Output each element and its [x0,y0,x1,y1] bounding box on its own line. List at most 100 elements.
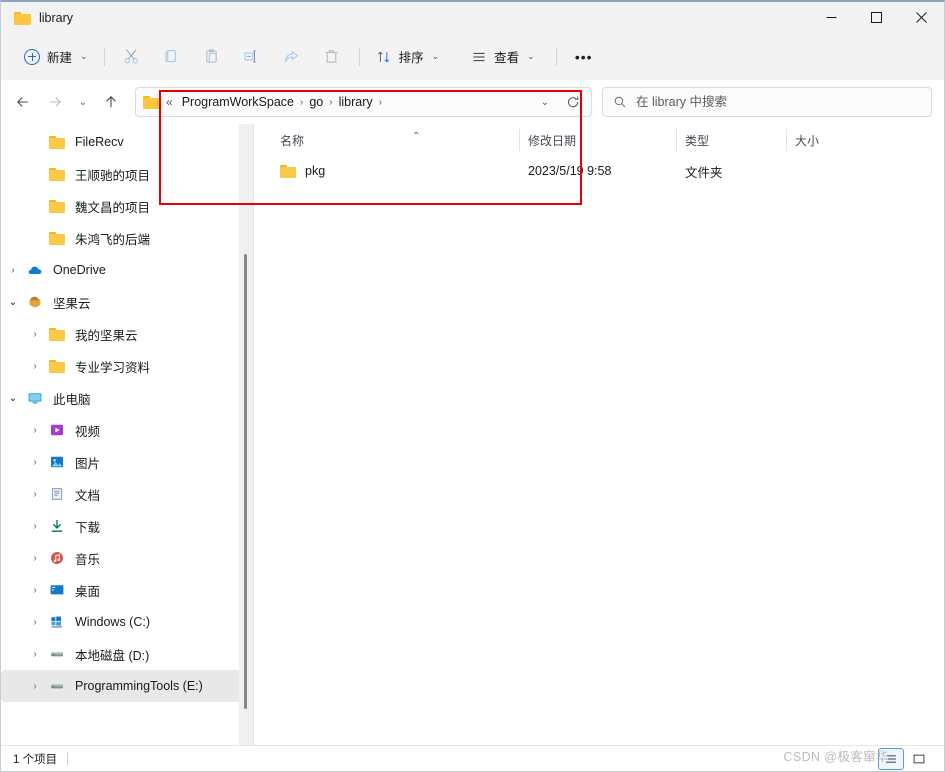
folder-icon [47,232,67,245]
close-button[interactable] [899,2,944,33]
chevron-right-icon[interactable]: › [23,329,47,340]
column-header-name[interactable]: 名称 ⌃ [272,129,520,151]
sidebar-item-15[interactable]: › Windows (C:) [1,606,251,638]
sidebar-item-2[interactable]: 魏文昌的项目 [1,190,251,222]
copy-button[interactable] [152,41,192,73]
rename-button[interactable] [232,41,272,73]
sidebar-item-12[interactable]: › 下载 [1,510,251,542]
sidebar-item-8[interactable]: ⌄ 此电脑 [1,382,251,414]
chevron-right-icon[interactable]: › [23,553,47,564]
sidebar-item-1[interactable]: 王顺驰的项目 [1,158,251,190]
chevron-right-icon[interactable]: › [23,457,47,468]
recent-locations-button[interactable]: ⌄ [71,87,95,117]
folder-icon [47,328,67,341]
drive-icon [47,646,67,662]
minimize-button[interactable] [809,2,854,33]
file-name-label: pkg [305,164,326,178]
sidebar-item-7[interactable]: › 专业学习资料 [1,350,251,382]
sidebar-item-label: Windows (C:) [75,615,151,629]
breadcrumb-item-0[interactable]: ProgramWorkSpace [177,91,299,113]
chevron-right-icon[interactable]: › [1,265,25,276]
chevron-right-icon[interactable]: › [23,681,47,692]
breadcrumb-overflow[interactable]: « [164,95,177,109]
table-row[interactable]: pkg 2023/5/19 9:58 文件夹 [254,156,944,186]
command-bar: 新建 ⌄ 排序 ⌄ 查看 ⌄ ••• [1,33,944,80]
chevron-right-icon[interactable]: › [23,521,47,532]
sidebar-item-17[interactable]: › ProgrammingTools (E:) [1,670,251,702]
column-header-size[interactable]: 大小 [787,129,857,151]
maximize-button[interactable] [854,2,899,33]
desktop-icon [47,582,67,598]
sidebar-item-label: OneDrive [53,263,106,277]
sidebar-item-4[interactable]: › OneDrive [1,254,251,286]
column-header-date[interactable]: 修改日期 [520,129,677,151]
folder-icon [47,360,67,373]
large-icons-view-button[interactable] [906,748,932,770]
chevron-right-icon[interactable]: › [23,617,47,628]
sidebar-item-11[interactable]: › 文档 [1,478,251,510]
new-button[interactable]: 新建 ⌄ [15,41,97,73]
folder-icon [49,136,65,149]
chevron-right-icon[interactable]: › [23,425,47,436]
sidebar-item-label: 坚果云 [53,296,91,311]
sidebar-item-label: 朱鸿飞的后端 [75,232,151,247]
column-header-type[interactable]: 类型 [677,129,787,151]
chevron-right-icon[interactable]: › [23,649,47,660]
back-button[interactable] [7,87,39,117]
window-controls [809,2,944,33]
breadcrumb-separator[interactable]: › [378,97,383,108]
cut-button[interactable] [112,41,152,73]
refresh-button[interactable] [559,89,587,115]
breadcrumb-item-2[interactable]: library [334,91,378,113]
list-lines-icon [473,52,485,61]
column-header-type-label: 类型 [685,133,710,148]
sidebar-item-10[interactable]: › 图片 [1,446,251,478]
large-icons-view-icon [913,754,925,763]
chevron-down-icon[interactable]: ⌄ [1,393,25,404]
windows-drive-icon [47,614,67,630]
details-view-button[interactable] [878,747,904,770]
sidebar-item-13[interactable]: › 音乐 [1,542,251,574]
paste-button[interactable] [192,41,232,73]
nutstore-icon [25,294,45,310]
sidebar-item-0[interactable]: FileRecv [1,126,251,158]
content-area: FileRecv 王顺驰的项目魏文昌的项目朱鸿飞的后端 › OneDrive ⌄ 坚果云 ›… [1,124,944,771]
address-dropdown-button[interactable]: ⌄ [531,89,559,115]
sidebar-item-6[interactable]: › 我的坚果云 [1,318,251,350]
chevron-down-icon[interactable]: ⌄ [1,297,25,308]
title-bar-left: library [1,11,73,25]
up-button[interactable] [95,87,127,117]
chevron-right-icon[interactable]: › [23,361,47,372]
share-button[interactable] [272,41,312,73]
forward-button[interactable] [39,87,71,117]
sidebar-item-label: 桌面 [75,584,101,599]
search-input[interactable] [636,95,921,109]
folder-tree: FileRecv 王顺驰的项目魏文昌的项目朱鸿飞的后端 › OneDrive ⌄ 坚果云 ›… [1,126,253,702]
breadcrumb-separator[interactable]: › [328,97,333,108]
breadcrumb-item-1[interactable]: go [304,91,328,113]
chevron-right-icon[interactable]: › [23,585,47,596]
sidebar-item-9[interactable]: › 视频 [1,414,251,446]
sidebar-item-5[interactable]: ⌄ 坚果云 [1,286,251,318]
navigation-pane: FileRecv 王顺驰的项目魏文昌的项目朱鸿飞的后端 › OneDrive ⌄ 坚果云 ›… [1,124,253,771]
column-header-size-label: 大小 [795,133,820,148]
address-bar[interactable]: « ProgramWorkSpace › go › library › ⌄ [135,87,592,117]
view-button-label: 查看 [494,51,520,65]
sidebar-item-16[interactable]: › 本地磁盘 (D:) [1,638,251,670]
folder-icon [14,11,31,25]
sidebar-item-14[interactable]: › 桌面 [1,574,251,606]
search-box[interactable] [602,87,932,117]
breadcrumb: « ProgramWorkSpace › go › library › [164,91,531,113]
music-icon [47,550,67,566]
folder-icon [47,136,67,149]
sidebar-scrollbar-thumb[interactable] [244,254,247,709]
sidebar-item-label: 视频 [75,424,101,439]
view-button[interactable]: 查看 ⌄ [462,41,544,73]
sort-button[interactable]: 排序 ⌄ [367,41,449,73]
sidebar-scrollbar[interactable] [239,124,253,771]
delete-button[interactable] [312,41,352,73]
sidebar-item-3[interactable]: 朱鸿飞的后端 [1,222,251,254]
sidebar-item-label: 王顺驰的项目 [75,168,151,183]
chevron-right-icon[interactable]: › [23,489,47,500]
more-options-button[interactable]: ••• [564,41,604,73]
